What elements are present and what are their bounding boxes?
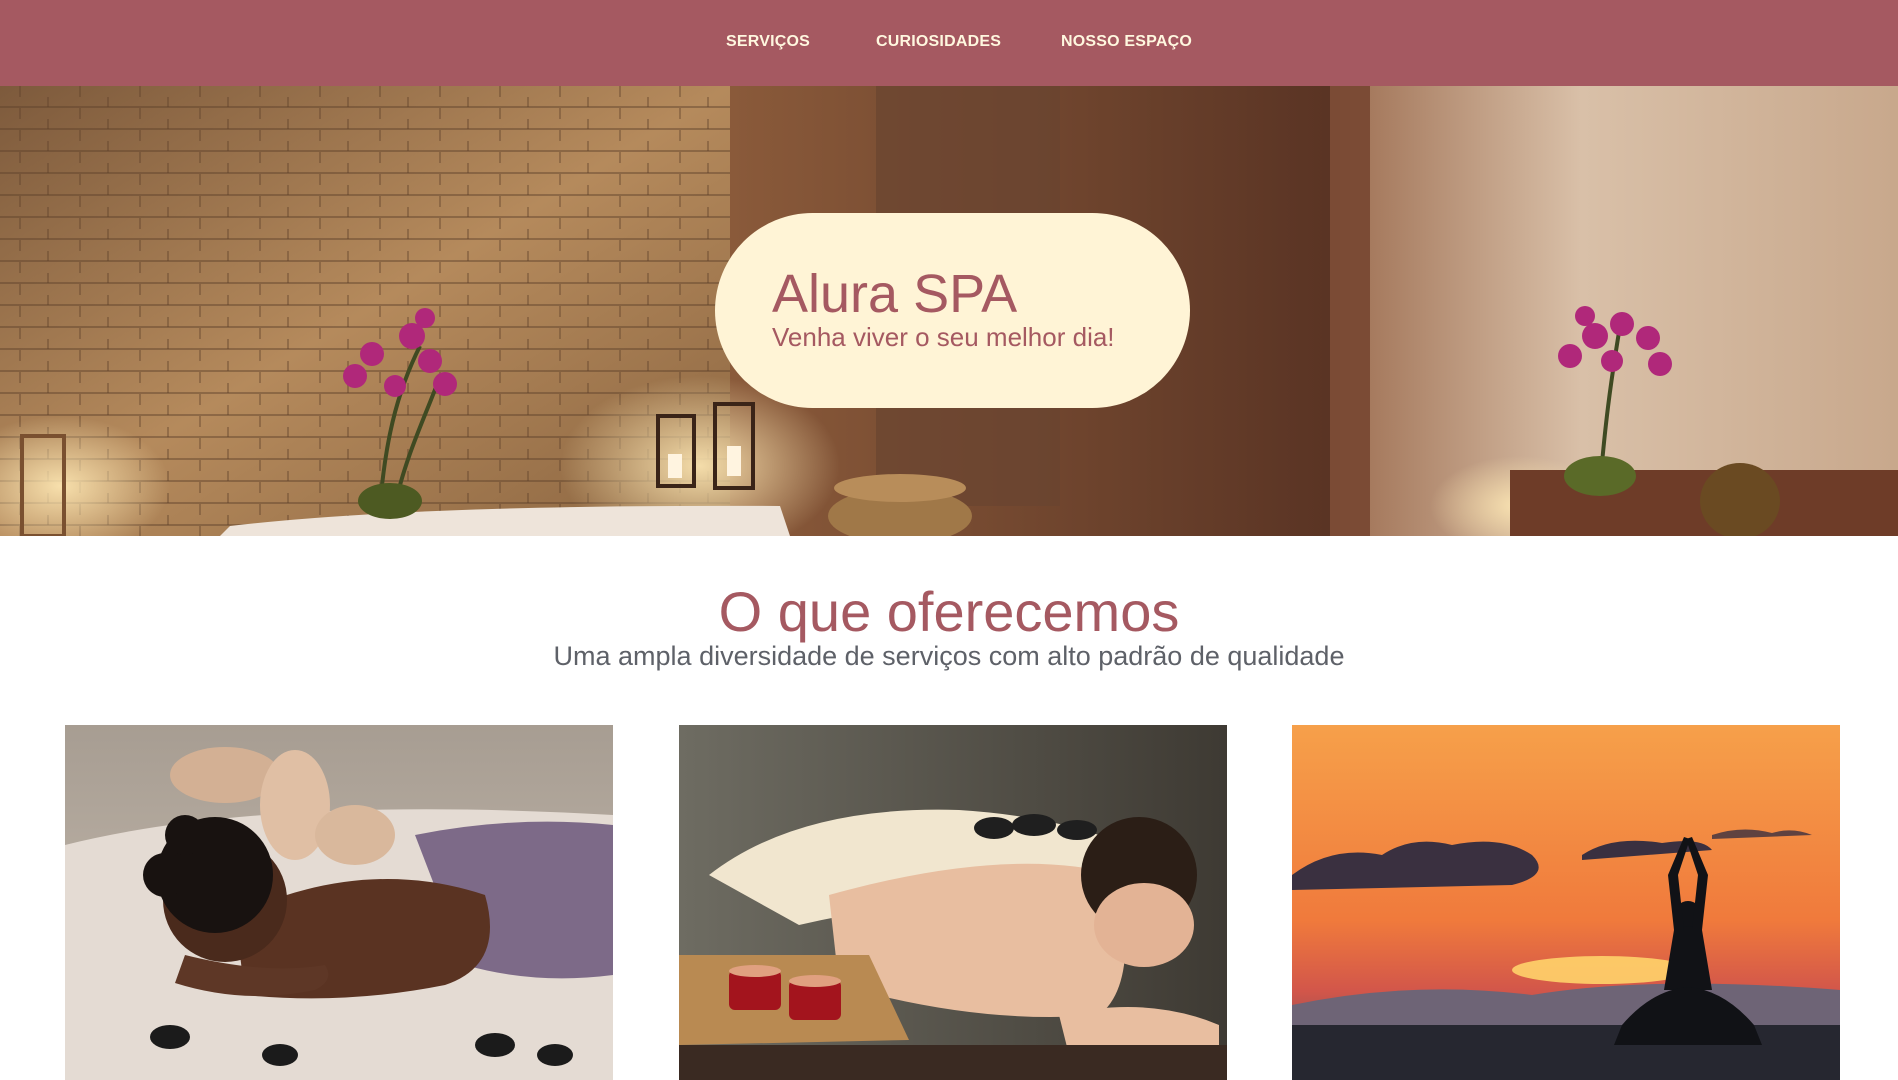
massage-woman-image xyxy=(65,725,613,1080)
top-nav: SERVIÇOS CURIOSIDADES NOSSO ESPAÇO xyxy=(0,0,1898,86)
nav-link-nosso-espaco[interactable]: NOSSO ESPAÇO xyxy=(1061,0,1192,86)
hero-subtitle: Venha viver o seu melhor dia! xyxy=(772,322,1115,352)
services-heading: O que oferecemos xyxy=(718,580,1180,643)
services-subheading: Uma ampla diversidade de serviços com al… xyxy=(553,641,1345,671)
hero-title: Alura SPA xyxy=(772,264,1018,324)
service-card-massage[interactable] xyxy=(65,725,613,1080)
nav-link-servicos[interactable]: SERVIÇOS xyxy=(726,0,810,86)
service-card-hot-stone[interactable] xyxy=(679,725,1227,1080)
service-card-yoga[interactable] xyxy=(1292,725,1840,1080)
hero-banner: Alura SPA Venha viver o seu melhor dia! xyxy=(0,86,1898,536)
hero-title-badge: Alura SPA Venha viver o seu melhor dia! xyxy=(715,213,1190,408)
yoga-sunset-image xyxy=(1292,725,1840,1080)
hot-stone-massage-image xyxy=(679,725,1227,1080)
nav-link-curiosidades[interactable]: CURIOSIDADES xyxy=(876,0,1001,86)
